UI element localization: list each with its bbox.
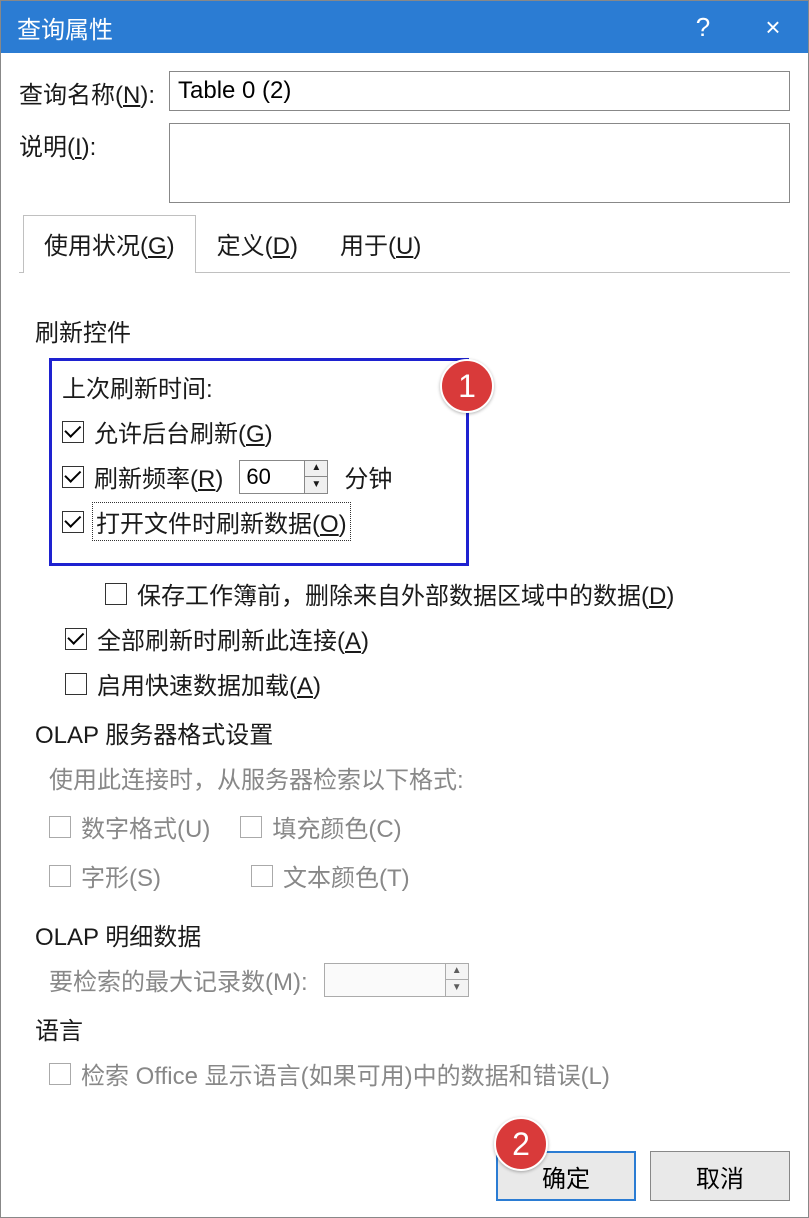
refresh-frequency-input[interactable]	[240, 461, 304, 493]
max-records-spinner: ▲ ▼	[324, 963, 469, 997]
refresh-frequency-spinner[interactable]: ▲ ▼	[239, 460, 328, 494]
dialog-title: 查询属性	[17, 10, 113, 45]
titlebar: 查询属性 ? ×	[1, 1, 808, 53]
font-style-checkbox	[49, 865, 71, 887]
olap-format-hint: 使用此连接时，从服务器检索以下格式:	[49, 760, 784, 795]
close-button[interactable]: ×	[738, 1, 808, 53]
text-color-label: 文本颜色(T)	[283, 858, 410, 893]
cancel-button[interactable]: 取消	[650, 1151, 790, 1201]
max-records-label: 要检索的最大记录数(M):	[49, 962, 308, 997]
annotation-badge-1: 1	[440, 359, 494, 413]
olap-detail-section-title: OLAP 明细数据	[35, 917, 784, 952]
tab-definition[interactable]: 定义(D)	[196, 215, 319, 273]
dialog-content: 查询名称(N): 说明(I): 使用状况(G) 定义(D) 用于(U) 刷新控件…	[1, 53, 808, 1111]
remove-data-on-save-checkbox[interactable]	[105, 583, 127, 605]
last-refresh-label: 上次刷新时间:	[62, 369, 456, 404]
spinner-down-icon: ▼	[446, 980, 468, 996]
fast-load-checkbox[interactable]	[65, 673, 87, 695]
tab-usage-pane: 刷新控件 1 上次刷新时间: 允许后台刷新(G) 刷新频率(R) ▲ ▼ 分钟	[19, 273, 790, 1111]
fill-color-label: 填充颜色(C)	[272, 809, 401, 844]
fill-color-checkbox	[240, 816, 262, 838]
allow-bg-refresh-checkbox[interactable]	[62, 421, 84, 443]
allow-bg-refresh-label: 允许后台刷新(G)	[94, 414, 273, 449]
refresh-on-open-label: 打开文件时刷新数据(O)	[94, 504, 349, 539]
description-label: 说明(I):	[19, 123, 169, 162]
number-format-label: 数字格式(U)	[81, 809, 210, 844]
annotation-box-1: 1 上次刷新时间: 允许后台刷新(G) 刷新频率(R) ▲ ▼ 分钟	[49, 358, 469, 566]
language-section-title: 语言	[35, 1011, 784, 1046]
refresh-on-open-checkbox[interactable]	[62, 511, 84, 533]
font-style-label: 字形(S)	[81, 858, 161, 893]
tabstrip: 使用状况(G) 定义(D) 用于(U)	[19, 215, 790, 273]
spinner-down-icon[interactable]: ▼	[305, 477, 327, 493]
retrieve-language-checkbox	[49, 1063, 71, 1085]
refresh-frequency-label: 刷新频率(R)	[94, 459, 223, 494]
help-button[interactable]: ?	[668, 1, 738, 53]
refresh-frequency-checkbox[interactable]	[62, 466, 84, 488]
spinner-up-icon[interactable]: ▲	[305, 461, 327, 478]
number-format-checkbox	[49, 816, 71, 838]
query-name-input[interactable]	[169, 71, 790, 111]
tab-usage[interactable]: 使用状况(G)	[23, 215, 196, 273]
remove-data-on-save-label: 保存工作簿前，删除来自外部数据区域中的数据(D)	[137, 576, 674, 611]
spinner-up-icon: ▲	[446, 964, 468, 981]
fast-load-label: 启用快速数据加载(A)	[97, 666, 321, 701]
description-input[interactable]	[169, 123, 790, 203]
retrieve-language-label: 检索 Office 显示语言(如果可用)中的数据和错误(L)	[81, 1056, 610, 1091]
tab-usedin[interactable]: 用于(U)	[319, 215, 442, 273]
refresh-all-checkbox[interactable]	[65, 628, 87, 650]
olap-format-section-title: OLAP 服务器格式设置	[35, 715, 784, 750]
query-name-label: 查询名称(N):	[19, 71, 169, 110]
refresh-all-label: 全部刷新时刷新此连接(A)	[97, 621, 369, 656]
annotation-badge-2: 2	[494, 1117, 548, 1171]
refresh-section-title: 刷新控件	[35, 313, 784, 348]
refresh-frequency-unit: 分钟	[344, 459, 392, 494]
max-records-input	[325, 964, 445, 996]
text-color-checkbox	[251, 865, 273, 887]
